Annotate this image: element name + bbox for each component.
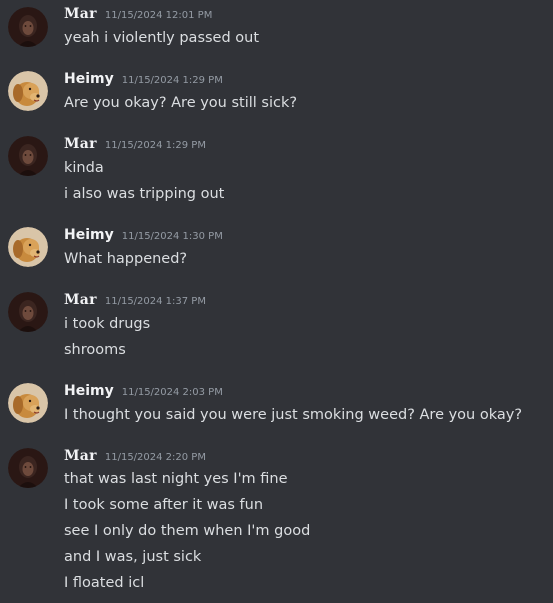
username[interactable]: Heimy [64, 383, 114, 399]
timestamp: 11/15/2024 1:29 PM [104, 140, 206, 151]
message-text: i took drugs [64, 316, 151, 332]
timestamp: 11/15/2024 1:30 PM [121, 231, 223, 242]
username[interactable]: Mar [64, 448, 97, 464]
message-text: and I was, just sick [64, 549, 202, 565]
timestamp: 11/15/2024 2:20 PM [104, 452, 206, 463]
timestamp: 11/15/2024 12:01 PM [104, 10, 213, 21]
timestamp: 11/15/2024 1:37 PM [104, 296, 206, 307]
golden-retriever-avatar-icon[interactable] [8, 383, 48, 423]
dark-portrait-avatar-icon[interactable] [8, 136, 48, 176]
golden-retriever-avatar-icon[interactable] [8, 71, 48, 111]
message-text: I took some after it was fun [64, 497, 264, 513]
username[interactable]: Mar [64, 292, 97, 308]
dark-portrait-avatar-icon[interactable] [8, 448, 48, 488]
message-text: Are you okay? Are you still sick? [64, 95, 298, 111]
timestamp: 11/15/2024 1:29 PM [121, 75, 223, 86]
dark-portrait-avatar-icon[interactable] [8, 7, 48, 47]
message-text: that was last night yes I'm fine [64, 471, 288, 487]
dark-portrait-avatar-icon[interactable] [8, 292, 48, 332]
username[interactable]: Heimy [64, 227, 114, 243]
message-text: What happened? [64, 251, 188, 267]
username[interactable]: Mar [64, 6, 97, 22]
message-text: I floated icl [64, 575, 145, 591]
username[interactable]: Mar [64, 136, 97, 152]
chat-log: Mar 11/15/2024 12:01 PM yeah i violently… [0, 0, 553, 603]
message-text: i also was tripping out [64, 186, 225, 202]
message-text: I thought you said you were just smoking… [64, 407, 523, 423]
message-text: yeah i violently passed out [64, 30, 260, 46]
message-text: kinda [64, 160, 104, 176]
timestamp: 11/15/2024 2:03 PM [121, 387, 223, 398]
message-text: see I only do them when I'm good [64, 523, 311, 539]
golden-retriever-avatar-icon[interactable] [8, 227, 48, 267]
username[interactable]: Heimy [64, 71, 114, 87]
message-text: shrooms [64, 342, 126, 358]
